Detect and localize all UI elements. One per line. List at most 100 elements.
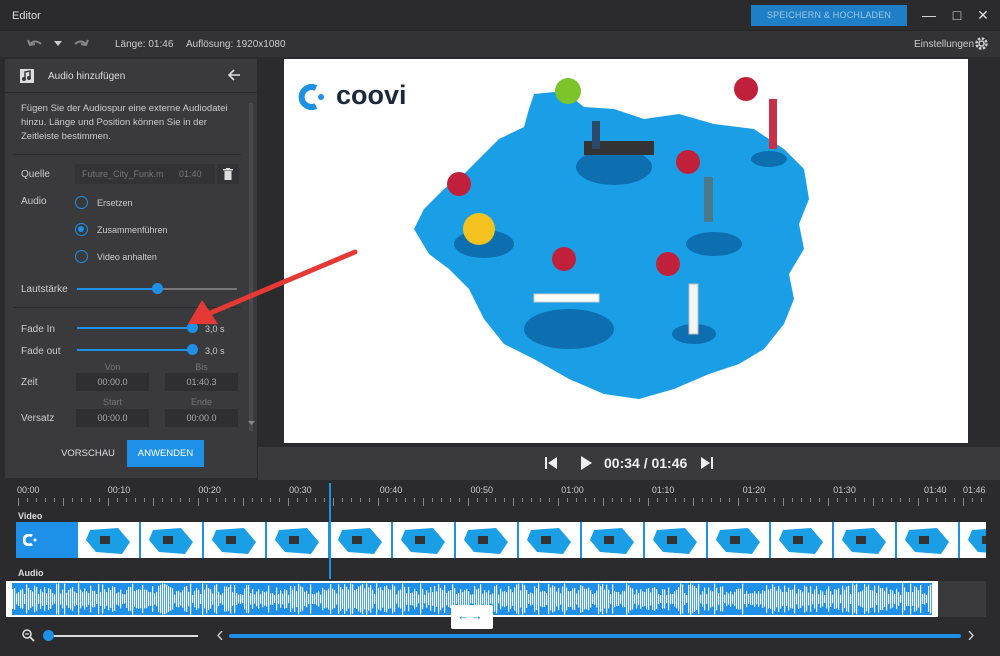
play-icon[interactable] [580, 456, 592, 470]
tick-mark [594, 498, 595, 502]
fade-out-slider[interactable] [77, 344, 198, 355]
waveform-bar [642, 591, 644, 607]
waveform-bar [802, 592, 804, 606]
waveform-bar [846, 586, 848, 612]
skip-back-icon[interactable] [545, 457, 557, 469]
waveform-bar [808, 592, 810, 606]
waveform-bar [86, 591, 88, 607]
waveform-bar [412, 592, 414, 606]
save-upload-button[interactable]: SPEICHERN & HOCHLADEN [751, 5, 907, 26]
zoom-slider[interactable] [43, 630, 198, 641]
waveform-bar [180, 592, 182, 606]
waveform-bar [384, 585, 386, 613]
minimize-icon[interactable]: — [920, 6, 938, 24]
playhead[interactable] [329, 483, 332, 579]
tick-mark [738, 498, 739, 506]
time-label: Zeit [21, 377, 38, 388]
tick-label: 00:10 [107, 485, 131, 495]
tick-mark [252, 498, 253, 502]
close-icon[interactable]: ✕ [974, 6, 992, 24]
time-to-input[interactable]: 01:40.3 [165, 373, 238, 391]
waveform-bar [820, 590, 822, 608]
apply-button[interactable]: ANWENDEN [127, 440, 204, 467]
gear-icon[interactable] [974, 36, 989, 51]
preview-button[interactable]: VORSCHAU [55, 440, 121, 467]
waveform-bar [394, 586, 396, 612]
waveform-bar [238, 594, 240, 604]
waveform-bar [778, 586, 780, 612]
waveform-bar [194, 590, 196, 608]
waveform-bar [750, 593, 752, 605]
skip-forward-icon[interactable] [701, 457, 713, 469]
waveform-bar [386, 585, 388, 613]
toolbar: Länge: 01:46 Auflösung: 1920x1080 Einste… [0, 30, 1000, 57]
waveform-bar [706, 594, 708, 604]
waveform-bar [406, 593, 408, 605]
waveform-bar [244, 588, 246, 610]
fade-out-label: Fade out [21, 346, 61, 357]
time-from-input[interactable]: 00:00.0 [76, 373, 149, 391]
waveform-bar [146, 589, 148, 609]
video-track[interactable] [16, 522, 986, 558]
zoom-icon[interactable] [22, 629, 35, 642]
settings-label[interactable]: Einstellungen [914, 39, 974, 50]
waveform-bar [72, 586, 74, 612]
waveform-bar [638, 593, 640, 605]
radio-button[interactable] [75, 250, 88, 263]
waveform-bar [376, 583, 378, 615]
fade-in-slider[interactable] [77, 322, 198, 333]
waveform-bar [886, 587, 888, 611]
waveform-bar [156, 591, 158, 607]
offset-end-input[interactable]: 00:00.0 [165, 409, 238, 427]
waveform-bar [410, 592, 412, 606]
timeline-scrollbar[interactable] [229, 634, 961, 638]
scroll-right-icon[interactable] [968, 631, 974, 640]
time-ruler[interactable]: 00:00 00:10 00:20 00:30 00:40 00:50 01:00 01:10… [0, 481, 1000, 506]
back-arrow-icon[interactable] [227, 69, 241, 81]
tick-label: 01:46 [963, 485, 986, 495]
radio-button-selected[interactable] [75, 223, 88, 236]
maximize-icon[interactable]: □ [948, 6, 966, 24]
waveform-bar [54, 594, 56, 604]
waveform-bar [702, 591, 704, 607]
waveform-bar [304, 591, 306, 607]
delete-source-button[interactable] [217, 164, 239, 184]
waveform-bar [576, 593, 578, 605]
waveform-bar [38, 594, 40, 604]
waveform-bar [122, 593, 124, 605]
radio-button[interactable] [75, 196, 88, 209]
fade-out-knob[interactable] [187, 344, 198, 355]
waveform-bar [420, 583, 422, 615]
volume-knob[interactable] [152, 283, 163, 294]
waveform-bar [686, 594, 688, 604]
offset-start-input[interactable]: 00:00.0 [76, 409, 149, 427]
waveform-bar [414, 588, 416, 610]
waveform-bar [520, 590, 522, 608]
chevron-down-icon[interactable] [54, 41, 62, 47]
waveform-bar [230, 584, 232, 614]
waveform-bar [368, 587, 370, 611]
waveform-bar [898, 592, 900, 606]
redo-icon[interactable] [72, 38, 90, 50]
scroll-left-icon[interactable] [217, 631, 223, 640]
move-handle[interactable]: ←→ [451, 605, 493, 629]
waveform-bar [620, 594, 622, 604]
waveform-bar [876, 592, 878, 606]
waveform-bar [278, 593, 280, 605]
waveform-bar [336, 593, 338, 605]
waveform-bar [66, 592, 68, 606]
waveform-bar [570, 590, 572, 608]
undo-icon[interactable] [26, 38, 44, 50]
scroll-down-icon[interactable] [248, 421, 255, 426]
waveform-bar [744, 593, 746, 605]
waveform-bar [330, 584, 332, 614]
waveform-bar [578, 590, 580, 608]
zoom-knob[interactable] [43, 630, 54, 641]
source-field: Future_City_Funk.m 01:40 [75, 164, 215, 184]
tick-mark [450, 498, 451, 502]
waveform-bar [252, 589, 254, 609]
audio-label: Audio [21, 196, 47, 207]
waveform-bar [546, 593, 548, 605]
waveform-bar [678, 586, 680, 612]
waveform-bar [838, 588, 840, 610]
